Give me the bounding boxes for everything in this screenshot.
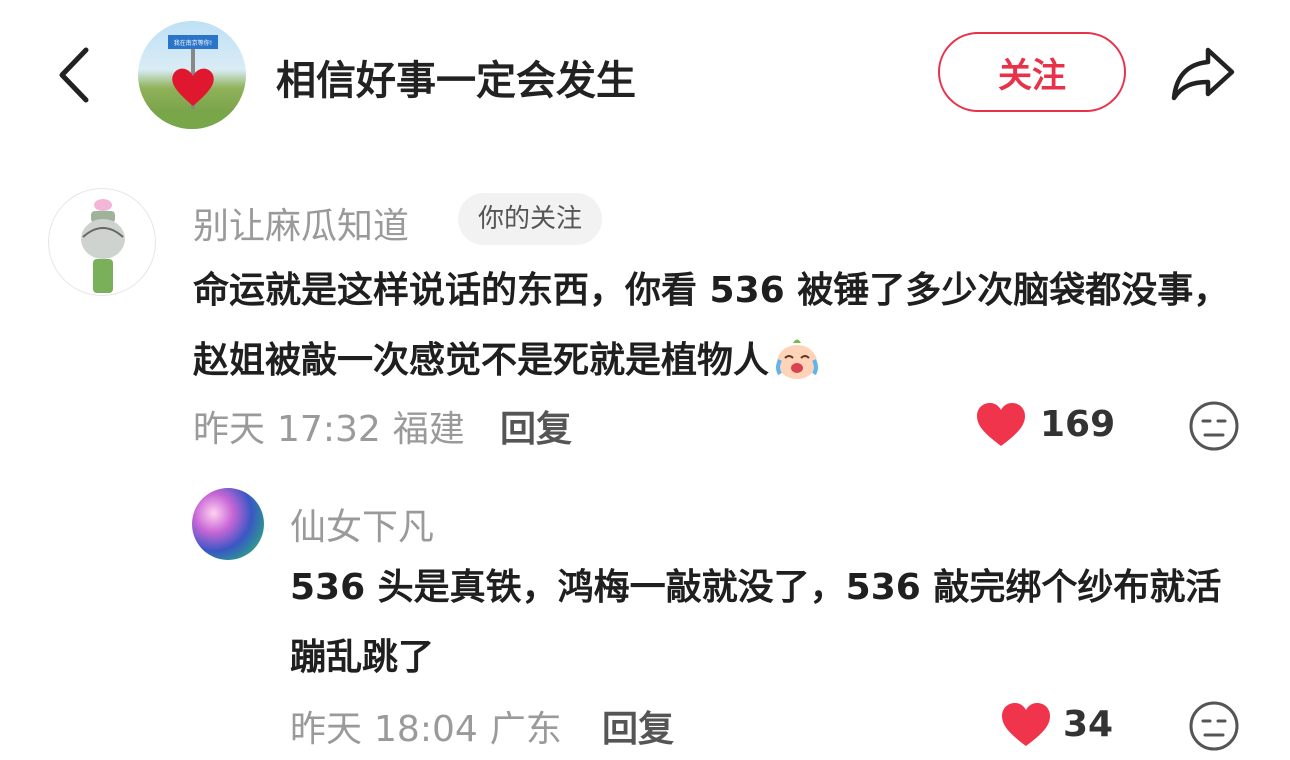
heart-icon[interactable]: [1000, 702, 1052, 748]
comment-date: 昨天: [193, 409, 266, 450]
reply-button[interactable]: 回复: [602, 700, 674, 752]
reply-text[interactable]: 536 头是真铁，鸿梅一敲就没了，536 敲完绑个纱布就活蹦乱跳了: [290, 553, 1250, 693]
replier-avatar[interactable]: [192, 488, 264, 560]
crying-laughing-emoji-icon: [776, 339, 819, 379]
reply-location: 广东: [489, 709, 562, 750]
heart-icon[interactable]: [975, 402, 1027, 448]
commenter-username[interactable]: 别让麻瓜知道: [193, 197, 409, 249]
following-badge: 你的关注: [458, 193, 603, 245]
author-avatar[interactable]: 我在南京等你!: [138, 21, 246, 129]
replier-username[interactable]: 仙女下凡: [290, 498, 434, 550]
avatar-sign-text: 我在南京等你!: [174, 39, 212, 47]
author-name[interactable]: 相信好事一定会发生: [276, 48, 636, 106]
reply-date: 昨天: [290, 709, 363, 750]
like-count: 169: [1040, 404, 1116, 445]
share-icon[interactable]: [1168, 42, 1238, 104]
avatar-picture: 我在南京等你!: [138, 35, 246, 129]
emoji-reaction-icon[interactable]: [1188, 700, 1240, 752]
comment-time: 17:32: [277, 409, 381, 450]
reply-time: 18:04: [374, 709, 478, 750]
back-arrow-icon[interactable]: [50, 44, 100, 106]
follow-button[interactable]: 关注: [938, 32, 1126, 112]
reply-button[interactable]: 回复: [500, 400, 572, 452]
comment-text-body: 命运就是这样说话的东西，你看 536 被锤了多少次脑袋都没事，赵姐被敲一次感觉不…: [193, 270, 1230, 381]
like-count: 34: [1063, 704, 1114, 745]
avatar-picture: [81, 199, 125, 293]
post-header: 我在南京等你! 相信好事一定会发生 关注: [0, 0, 1290, 150]
emoji-reaction-icon[interactable]: [1188, 400, 1240, 452]
reply-meta: 昨天 18:04 广东: [290, 700, 562, 752]
comment-text[interactable]: 命运就是这样说话的东西，你看 536 被锤了多少次脑袋都没事，赵姐被敲一次感觉不…: [193, 256, 1253, 396]
commenter-avatar[interactable]: [48, 188, 156, 296]
comment-location: 福建: [392, 409, 465, 450]
comment-meta: 昨天 17:32 福建: [193, 400, 465, 452]
